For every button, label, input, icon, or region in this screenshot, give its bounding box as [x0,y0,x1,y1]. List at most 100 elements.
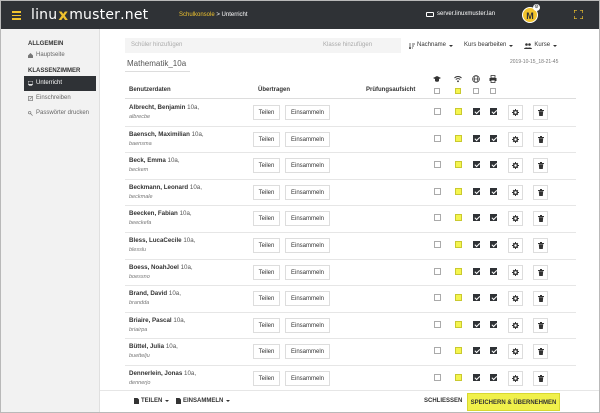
internet-checkbox[interactable] [473,240,480,248]
exam-checkbox[interactable] [434,240,441,248]
delete-button[interactable] [533,184,548,200]
delete-button[interactable] [533,344,548,360]
wifi-checkbox[interactable] [455,294,462,302]
printer-checkbox[interactable] [490,320,497,328]
share-button[interactable]: Teilen [253,105,280,120]
printer-checkbox[interactable] [490,161,497,169]
printer-checkbox[interactable] [490,108,497,115]
close-button[interactable]: SCHLIESSEN [424,398,462,404]
delete-button[interactable] [533,237,548,253]
printer-checkbox[interactable] [490,373,497,381]
printer-checkbox[interactable] [490,267,497,275]
settings-button[interactable] [508,344,523,360]
wifi-checkbox[interactable] [455,373,462,381]
add-student-input[interactable]: Schüler hinzufügen [125,38,317,53]
share-button[interactable]: Teilen [253,184,280,200]
share-button[interactable]: Teilen [253,158,280,174]
sidebar-item-enroll[interactable]: Einschreiben [1,91,99,106]
share-button[interactable]: Teilen [253,344,280,360]
share-button[interactable]: Teilen [253,131,280,147]
exam-checkbox[interactable] [434,347,441,355]
sort-dropdown[interactable]: Nachname [405,38,458,53]
delete-button[interactable] [533,370,548,386]
wifi-checkbox[interactable] [455,134,462,142]
collect-button[interactable]: Einsammeln [285,264,330,280]
collect-button[interactable]: Einsammeln [285,344,330,360]
collect-button[interactable]: Einsammeln [285,131,330,147]
wifi-checkbox[interactable] [455,214,462,222]
menu-icon[interactable] [12,11,21,20]
courses-dropdown[interactable]: Kurse [520,38,562,53]
share-button[interactable]: Teilen [253,237,280,253]
brand-logo[interactable]: linu x muster .net [31,6,148,24]
sidebar-item-home[interactable]: Hauptseite [1,49,99,61]
internet-checkbox[interactable] [473,134,480,142]
footer-collect-button[interactable]: EINSAMMELN [176,398,231,404]
printer-checkbox[interactable] [490,294,497,302]
exam-checkbox[interactable] [434,214,441,222]
internet-checkbox[interactable] [473,320,480,328]
collect-button[interactable]: Einsammeln [285,105,330,120]
edit-course-dropdown[interactable]: Kurs bearbeiten [460,38,518,53]
settings-button[interactable] [508,370,523,386]
settings-button[interactable] [508,158,523,174]
wifi-checkbox[interactable] [455,187,462,195]
internet-checkbox[interactable] [473,187,480,195]
delete-button[interactable] [533,291,548,307]
exam-checkbox[interactable] [434,161,441,169]
settings-button[interactable] [508,264,523,280]
delete-button[interactable] [533,211,548,227]
delete-button[interactable] [533,264,548,280]
share-button[interactable]: Teilen [253,264,280,280]
add-class-input[interactable]: Klasse hinzufügen [317,38,401,53]
internet-checkbox[interactable] [473,373,480,381]
internet-checkbox[interactable] [473,214,480,222]
collect-button[interactable]: Einsammeln [285,211,330,227]
sidebar-item-lesson[interactable]: Unterricht [24,76,96,91]
header-wifi-checkbox[interactable] [455,88,461,94]
collect-button[interactable]: Einsammeln [285,158,330,174]
delete-button[interactable] [533,158,548,174]
internet-checkbox[interactable] [473,161,480,169]
sidebar-item-passwords[interactable]: Passwörter drucken [1,106,99,121]
internet-checkbox[interactable] [473,108,480,115]
footer-share-button[interactable]: TEILEN [134,398,170,404]
settings-button[interactable] [508,131,523,147]
settings-button[interactable] [508,291,523,307]
header-exam-checkbox[interactable] [434,88,440,94]
exam-checkbox[interactable] [434,134,441,142]
collect-button[interactable]: Einsammeln [285,370,330,386]
exam-checkbox[interactable] [434,187,441,195]
share-button[interactable]: Teilen [253,291,280,307]
wifi-checkbox[interactable] [455,108,462,115]
save-apply-button[interactable]: SPEICHERN & ÜBERNEHMEN [467,393,560,411]
wifi-checkbox[interactable] [455,267,462,275]
collect-button[interactable]: Einsammeln [285,317,330,333]
exam-checkbox[interactable] [434,373,441,381]
wifi-checkbox[interactable] [455,161,462,169]
collect-button[interactable]: Einsammeln [285,237,330,253]
exam-checkbox[interactable] [434,320,441,328]
printer-checkbox[interactable] [490,134,497,142]
internet-checkbox[interactable] [473,294,480,302]
internet-checkbox[interactable] [473,347,480,355]
printer-checkbox[interactable] [490,187,497,195]
internet-checkbox[interactable] [473,267,480,275]
fullscreen-icon[interactable] [574,10,583,19]
collect-button[interactable]: Einsammeln [285,291,330,307]
exam-checkbox[interactable] [434,108,441,115]
settings-button[interactable] [508,237,523,253]
exam-checkbox[interactable] [434,267,441,275]
delete-button[interactable] [533,317,548,333]
settings-button[interactable] [508,211,523,227]
wifi-checkbox[interactable] [455,347,462,355]
printer-checkbox[interactable] [490,240,497,248]
wifi-checkbox[interactable] [455,240,462,248]
share-button[interactable]: Teilen [253,370,280,386]
share-button[interactable]: Teilen [253,211,280,227]
settings-button[interactable] [508,105,523,120]
delete-button[interactable] [533,105,548,120]
delete-button[interactable] [533,131,548,147]
share-button[interactable]: Teilen [253,317,280,333]
settings-button[interactable] [508,184,523,200]
